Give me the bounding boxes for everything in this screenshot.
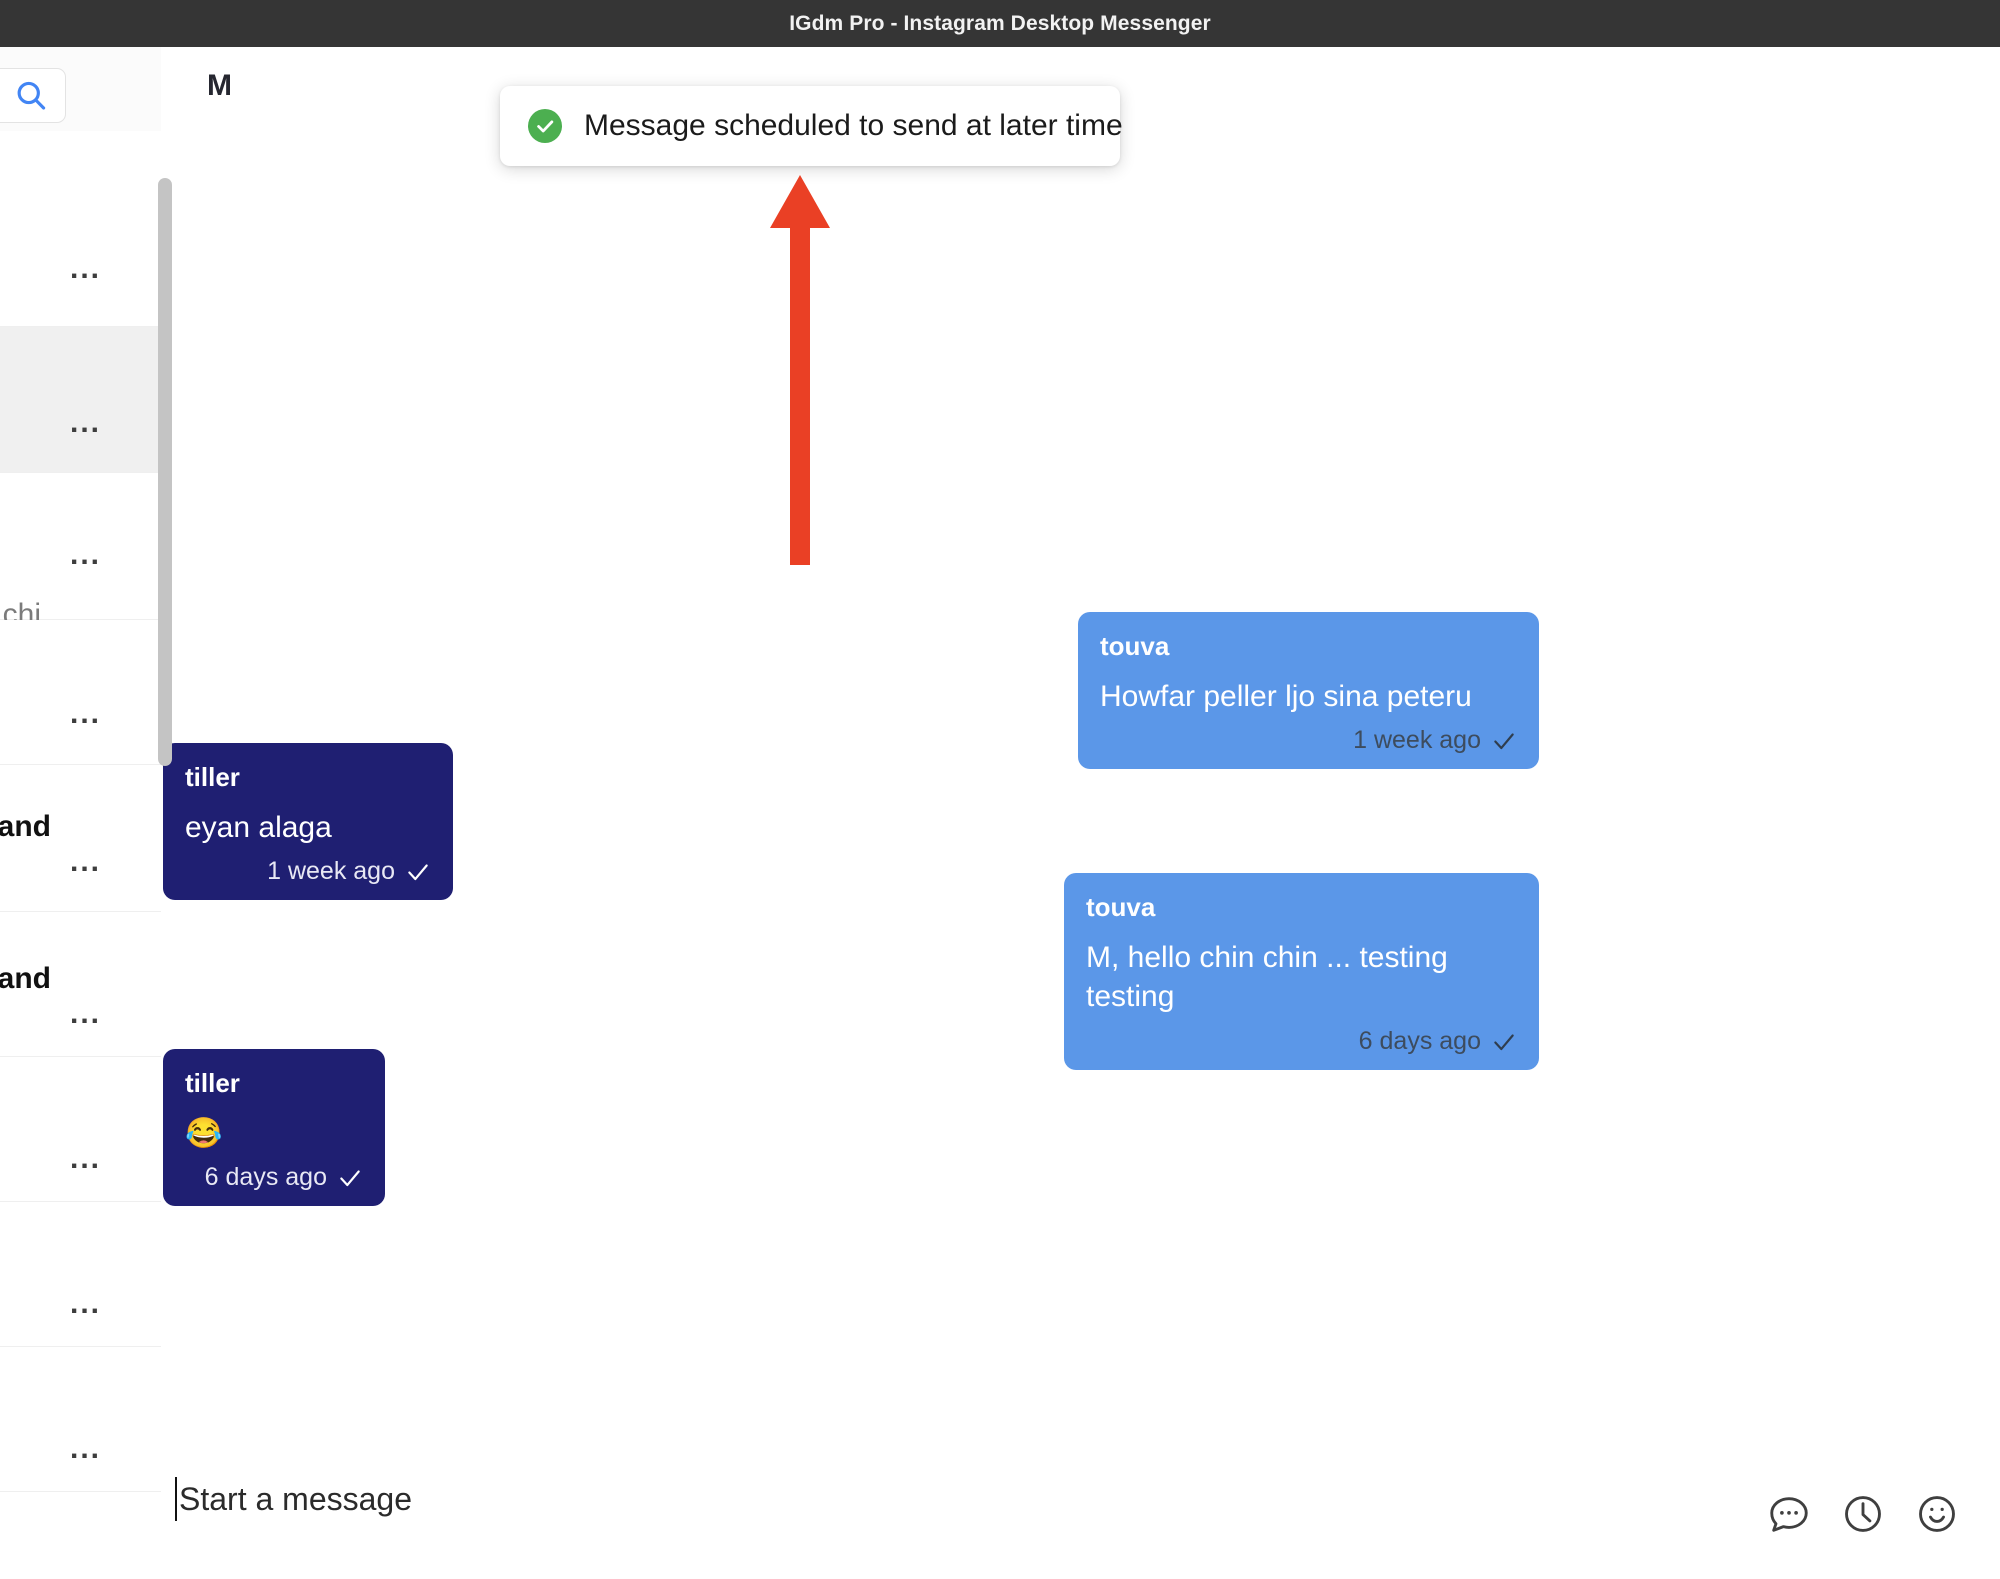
message-composer: Start a message: [161, 1447, 2000, 1579]
message-author: touva: [1100, 631, 1170, 661]
conversation-list-item[interactable]: chi......: [0, 473, 161, 631]
message-bubble[interactable]: tiller 😂 6 days ago: [163, 1049, 385, 1207]
conversation-list-item[interactable]: ...: [0, 1202, 161, 1347]
message-input[interactable]: Start a message: [175, 1477, 412, 1521]
check-circle-icon: [528, 109, 562, 143]
conversation-list-item[interactable]: and...: [0, 765, 161, 912]
search-input[interactable]: [0, 68, 66, 123]
chat-title: M: [207, 69, 232, 102]
message-author: tiller: [185, 762, 240, 792]
toast-message: Message scheduled to send at later time: [584, 109, 1123, 142]
check-icon: [405, 859, 431, 885]
message-meta: 1 week ago: [1100, 726, 1517, 755]
conversation-overflow-menu-icon[interactable]: ...: [70, 699, 101, 729]
message-meta: 1 week ago: [185, 857, 431, 886]
message-bubble[interactable]: touva M, hello chin chin ... testing test…: [1064, 873, 1539, 1071]
conversation-list[interactable]: ......chi.........and...o and...........…: [0, 131, 161, 1579]
conversation-overflow-menu-icon[interactable]: ...: [70, 1434, 101, 1464]
conversation-name: o and: [0, 962, 51, 995]
window-title: IGdm Pro - Instagram Desktop Messenger: [789, 11, 1211, 35]
message-timestamp: 6 days ago: [1358, 1027, 1481, 1056]
message-author: tiller: [185, 1068, 240, 1098]
conversations-sidebar: ......chi.........and...o and...........…: [0, 47, 161, 1579]
schedule-clock-icon[interactable]: [1840, 1491, 1886, 1537]
emoji-smiley-icon[interactable]: [1914, 1491, 1960, 1537]
message-list: touva Howfar peller ljo sina peteru 1 week…: [161, 131, 2000, 1447]
conversation-overflow-menu-icon[interactable]: ...: [70, 254, 101, 284]
conversation-overflow-menu-icon[interactable]: ...: [70, 1144, 101, 1174]
sidebar-search-bar: [0, 47, 161, 131]
message-input-placeholder: Start a message: [179, 1480, 412, 1517]
composer-actions: [1766, 1491, 1960, 1537]
message-text: eyan alaga: [185, 810, 332, 844]
conversation-overflow-menu-icon[interactable]: ...: [70, 847, 101, 877]
conversation-list-item[interactable]: ...: [0, 1057, 161, 1202]
conversation-list-item[interactable]: ...: [0, 178, 161, 327]
conversation-list-item[interactable]: ...: [0, 327, 161, 473]
conversation-name: and: [0, 810, 51, 843]
message-timestamp: 1 week ago: [1353, 726, 1481, 755]
message-timestamp: 6 days ago: [204, 1163, 327, 1192]
conversation-list-item[interactable]: ...: [0, 1347, 161, 1492]
toast-notification[interactable]: Message scheduled to send at later time: [500, 86, 1123, 166]
check-icon: [337, 1165, 363, 1191]
chat-pane: M touva Howfar peller ljo sina peteru 1 we…: [161, 47, 2000, 1579]
message-text: M, hello chin chin ... testing testing: [1086, 940, 1448, 1014]
conversation-overflow-menu-icon[interactable]: ...: [70, 1289, 101, 1319]
text-caret: [175, 1477, 177, 1521]
check-icon: [1491, 728, 1517, 754]
message-meta: 6 days ago: [1086, 1027, 1517, 1056]
conversation-list-item[interactable]: ...: [0, 620, 161, 765]
conversation-overflow-menu-icon[interactable]: ...: [70, 999, 101, 1029]
message-timestamp: 1 week ago: [267, 857, 395, 886]
search-icon: [13, 78, 49, 114]
app-window: IGdm Pro - Instagram Desktop Messenger .…: [0, 0, 2000, 1579]
message-author: touva: [1086, 892, 1156, 922]
window-titlebar: IGdm Pro - Instagram Desktop Messenger: [0, 0, 2000, 47]
message-bubble[interactable]: tiller eyan alaga 1 week ago: [163, 743, 453, 901]
message-text: 😂: [185, 1116, 223, 1150]
message-meta: 6 days ago: [185, 1163, 363, 1192]
message-bubble[interactable]: touva Howfar peller ljo sina peteru 1 week…: [1078, 612, 1539, 770]
check-icon: [1491, 1029, 1517, 1055]
conversation-overflow-menu-icon[interactable]: ...: [70, 408, 101, 438]
conversation-list-scrollbar[interactable]: [158, 178, 172, 766]
conversation-list-item[interactable]: o and...: [0, 912, 161, 1057]
message-text: Howfar peller ljo sina peteru: [1100, 679, 1472, 713]
conversation-overflow-menu-icon[interactable]: ...: [70, 540, 101, 570]
quick-reply-icon[interactable]: [1766, 1491, 1812, 1537]
